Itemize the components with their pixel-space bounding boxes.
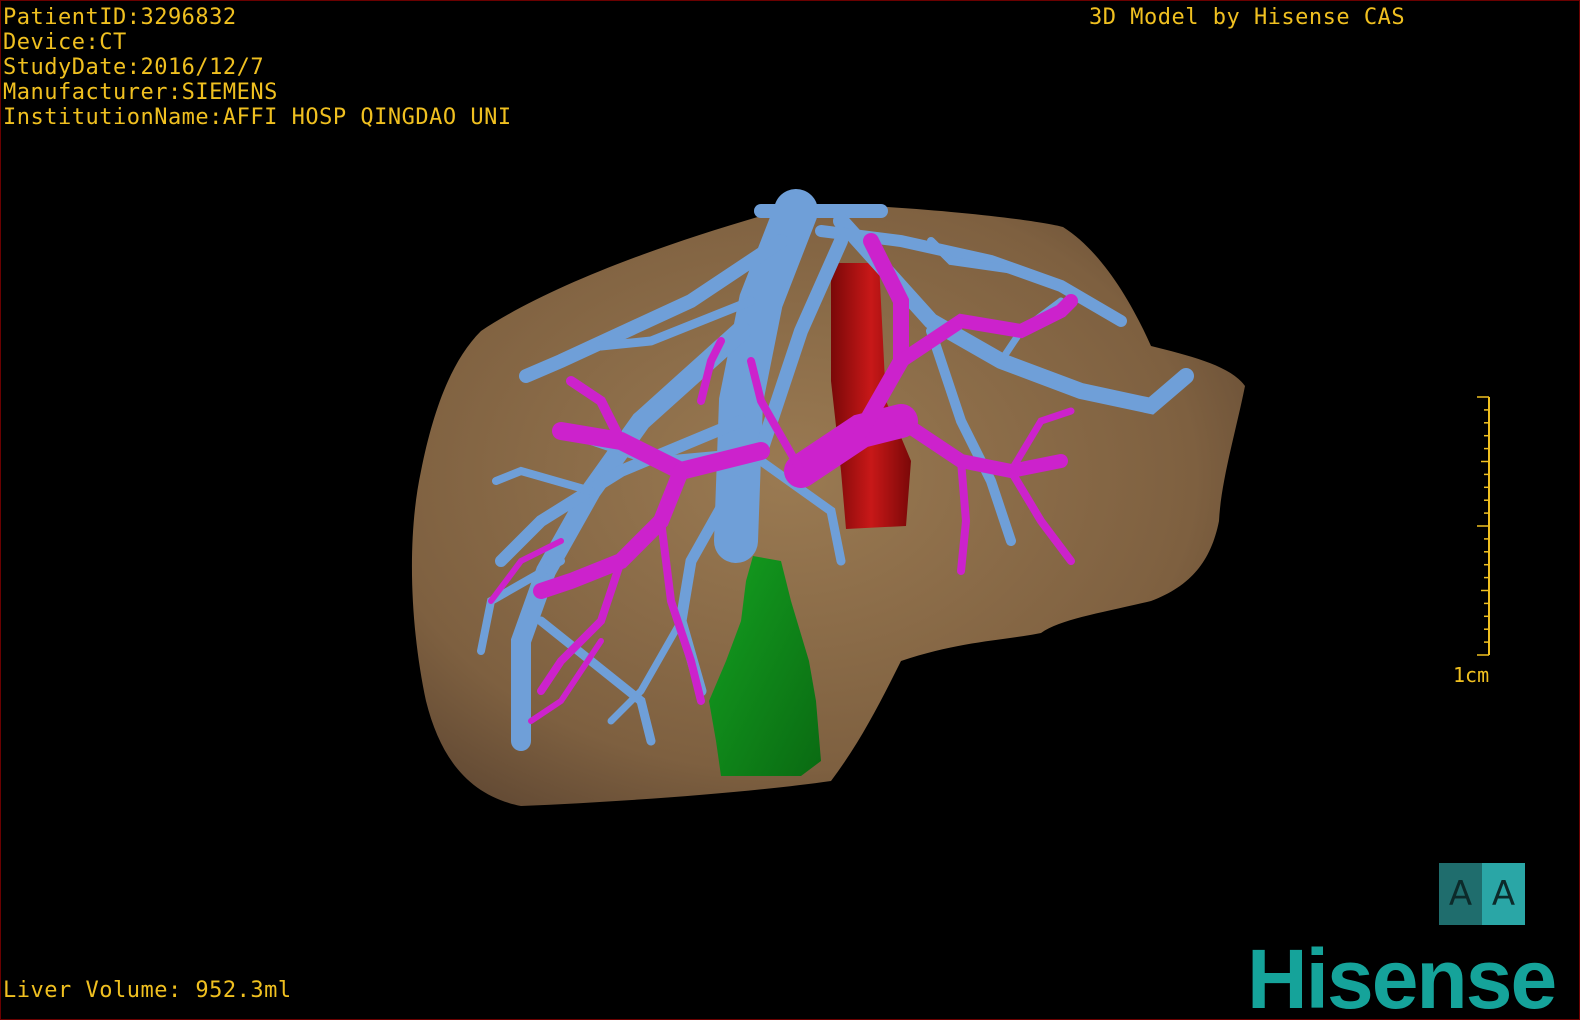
3d-viewport[interactable]: PatientID:3296832 Device:CT StudyDate:20… bbox=[0, 0, 1580, 1020]
hisense-logo: Hisense bbox=[1247, 932, 1557, 1020]
orientation-widget[interactable]: A A bbox=[1439, 863, 1525, 925]
study-date: StudyDate:2016/12/7 bbox=[3, 55, 265, 80]
scale-label: 1cm bbox=[1453, 663, 1490, 687]
liver-3d-model[interactable] bbox=[1, 1, 1580, 1020]
institution-name: InstitutionName:AFFI HOSP QINGDAO UNI bbox=[3, 105, 512, 130]
orientation-right-button[interactable]: A bbox=[1482, 863, 1525, 925]
model-credit: 3D Model by Hisense CAS bbox=[1089, 5, 1406, 30]
patient-id: PatientID:3296832 bbox=[3, 5, 237, 30]
device: Device:CT bbox=[3, 30, 127, 55]
manufacturer: Manufacturer:SIEMENS bbox=[3, 80, 278, 105]
liver-volume: Liver Volume: 952.3ml bbox=[3, 978, 292, 1003]
scale-bar bbox=[1477, 396, 1490, 656]
orientation-left-button[interactable]: A bbox=[1439, 863, 1482, 925]
